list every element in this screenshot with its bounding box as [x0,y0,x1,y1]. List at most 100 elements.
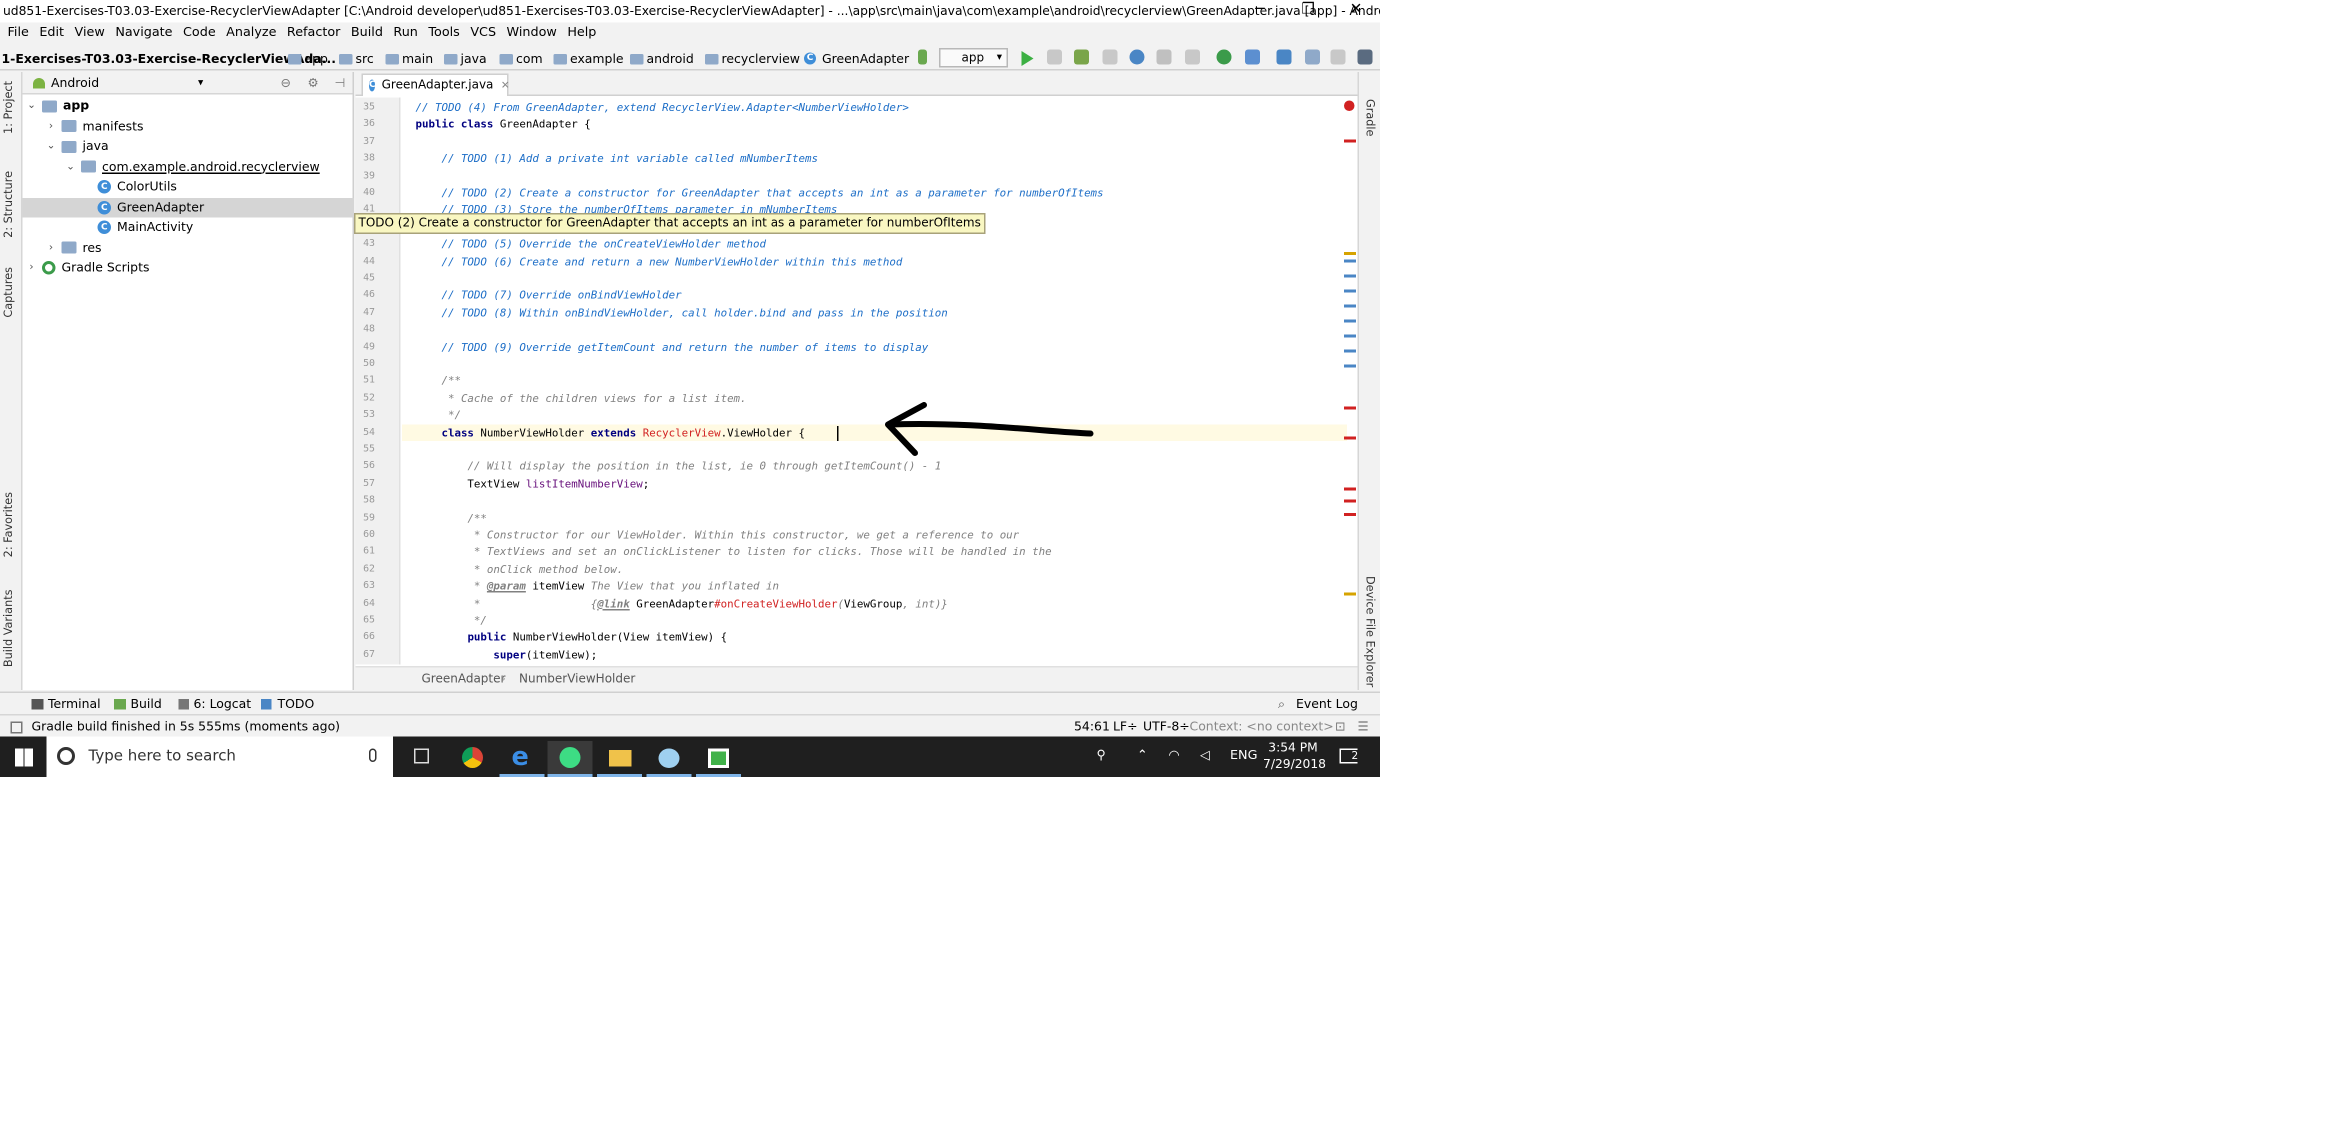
code-line[interactable]: // TODO (9) Override getItemCount and re… [416,338,928,355]
search-icon[interactable] [1330,49,1346,65]
code-area[interactable]: 3536373839404142434445464748495051525354… [355,97,1358,665]
menu-view[interactable]: View [70,23,111,46]
menu-window[interactable]: Window [502,23,563,46]
menu-refactor[interactable]: Refactor [282,23,346,46]
code-line[interactable]: // TODO (2) Create a constructor for Gre… [416,185,1103,202]
minimize-button[interactable]: ─ [1236,0,1284,23]
code-line[interactable]: public NumberViewHolder(View itemView) { [416,629,727,646]
breadcrumb-greenadapter[interactable]: GreenAdapter [422,668,506,691]
people-icon[interactable]: ⚲ [1097,737,1106,778]
tab-favorites[interactable]: 2: Favorites [2,492,16,557]
warning-marker[interactable] [1344,252,1356,255]
taskbar-chrome[interactable] [450,741,495,777]
code-line[interactable]: * TextViews and set an onClickListener t… [416,544,1052,561]
chevron-down-icon[interactable]: ⌄ [65,157,77,177]
project-view-selector[interactable]: Android [51,72,99,95]
breadcrumb-numberviewholder[interactable]: NumberViewHolder [519,668,635,691]
taskbar-app[interactable] [696,741,741,777]
menu-navigate[interactable]: Navigate [111,23,179,46]
clock[interactable]: 3:54 PM 7/29/2018 [1263,740,1326,773]
todo-marker[interactable] [1344,334,1356,337]
gear-icon[interactable]: ⚙ [308,72,319,95]
close-button[interactable]: ✕ [1332,0,1380,23]
tab-project[interactable]: 1: Project [2,81,16,134]
chevron-down-icon[interactable]: ⌄ [45,137,57,157]
taskbar-search[interactable]: Type here to search [46,736,393,777]
chevron-right-icon[interactable]: › [45,116,57,136]
error-marker[interactable] [1344,499,1356,502]
nav-crumb-android[interactable]: android [630,47,694,70]
chevron-right-icon[interactable]: › [45,238,57,258]
code-line[interactable]: /** [416,509,486,526]
attach-debugger-icon[interactable] [1156,49,1172,65]
todo-marker[interactable] [1344,304,1356,307]
tab-gradle[interactable]: Gradle [1364,99,1378,136]
menu-build[interactable]: Build [346,23,389,46]
error-marker[interactable] [1344,406,1356,409]
tree-item[interactable]: C ColorUtils [23,177,177,197]
tab-logcat[interactable]: 6: Logcat [194,693,252,716]
code-line[interactable]: * {@link GreenAdapter#onCreateViewHolder… [416,595,948,612]
error-marker[interactable] [1344,436,1356,439]
tab-device-file-explorer[interactable]: Device File Explorer [1364,576,1378,687]
menu-vcs[interactable]: VCS [466,23,502,46]
assistant-icon[interactable] [1357,49,1373,65]
chevron-right-icon[interactable]: › [26,258,38,278]
close-tab-icon[interactable]: ✕ [501,75,510,96]
volume-icon[interactable]: ◁ [1200,737,1210,778]
nav-crumb-greenadapter[interactable]: C GreenAdapter [804,47,909,70]
todo-marker[interactable] [1344,274,1356,277]
error-marker[interactable] [1344,513,1356,516]
memory-icon[interactable]: ☰ [1358,716,1369,739]
collapse-icon[interactable]: ⊖ [281,72,291,95]
tree-item[interactable]: › manifests [23,116,144,136]
task-view-icon[interactable] [414,748,429,764]
project-structure-icon[interactable] [1305,49,1320,65]
tab-build[interactable]: Build [131,693,162,716]
tree-item[interactable]: ⌄ app [23,96,89,116]
restore-button[interactable]: ❐ [1284,0,1332,23]
avd-manager-icon[interactable] [1245,49,1260,65]
build-hammer-icon[interactable] [918,49,927,65]
tree-item[interactable]: C MainActivity [23,218,193,238]
taskbar-file-explorer[interactable] [597,741,642,777]
hide-icon[interactable]: ⊣ [335,72,346,95]
apply-changes-icon[interactable] [1047,49,1062,65]
tree-item[interactable]: › res [23,238,102,258]
tree-item[interactable]: ⌄ com.example.android.recyclerview [23,157,320,177]
stop-icon[interactable] [1185,49,1200,65]
code-line[interactable]: /** [416,373,460,390]
code-line[interactable]: */ [416,407,461,424]
nav-crumb-com[interactable]: com [499,47,543,70]
error-marker[interactable] [1344,139,1356,142]
profile-icon[interactable] [1129,49,1145,65]
nav-crumb-app[interactable]: app [288,47,328,70]
lock-icon[interactable]: ⊡ [1335,716,1345,739]
line-separator[interactable]: LF÷ [1113,716,1138,739]
warning-marker[interactable] [1344,592,1356,595]
code-line[interactable]: * @param itemView The View that you infl… [416,578,779,595]
menu-run[interactable]: Run [389,23,424,46]
tab-captures[interactable]: Captures [2,267,16,318]
todo-marker[interactable] [1344,289,1356,292]
todo-marker[interactable] [1344,259,1356,262]
todo-marker[interactable] [1344,319,1356,322]
menu-edit[interactable]: Edit [35,23,70,46]
nav-project[interactable]: 1-Exercises-T03.03-Exercise-RecyclerView… [2,47,336,70]
error-indicator-icon[interactable] [1344,100,1355,111]
file-encoding[interactable]: UTF-8÷ [1143,716,1190,739]
nav-crumb-main[interactable]: main [385,47,433,70]
code-line[interactable]: TextView listItemNumberView; [416,475,649,492]
sdk-manager-icon[interactable] [1276,49,1292,65]
menu-code[interactable]: Code [179,23,222,46]
menu-analyze[interactable]: Analyze [222,23,283,46]
code-line[interactable]: // TODO (1) Add a private int variable c… [416,150,817,167]
code-line[interactable]: * Cache of the children views for a list… [416,390,747,407]
tab-terminal[interactable]: Terminal [48,693,101,716]
taskbar-paint[interactable] [646,741,692,777]
chevron-up-icon[interactable]: ⌃ [1137,737,1148,778]
status-toggle-icon[interactable] [10,721,23,734]
todo-marker[interactable] [1344,364,1356,367]
code-line[interactable]: public class GreenAdapter { [416,116,591,133]
nav-crumb-java[interactable]: java [444,47,487,70]
